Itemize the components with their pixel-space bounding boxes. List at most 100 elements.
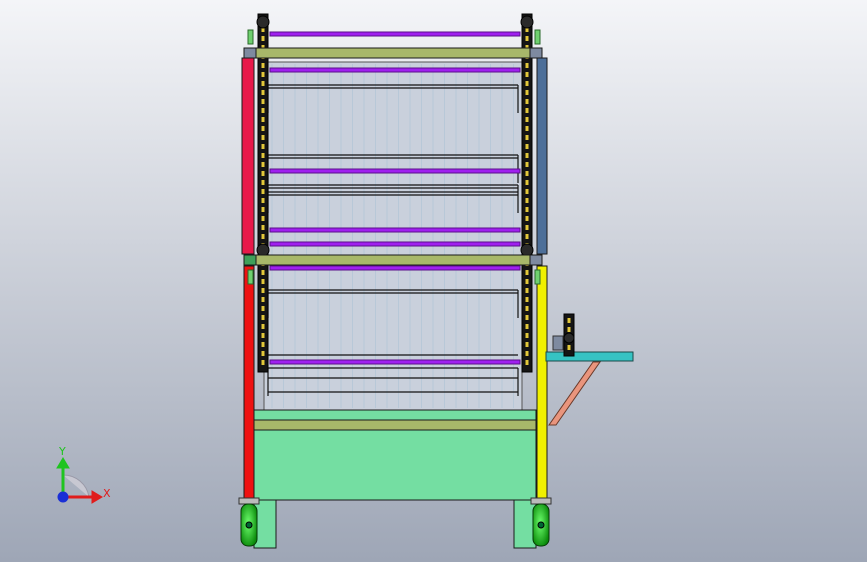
top-left-cap [243, 47, 257, 59]
post-bracket [534, 29, 541, 45]
chain-link [525, 108, 529, 113]
chain-link [525, 315, 529, 320]
chain-link [261, 351, 265, 356]
chain-link [525, 225, 529, 230]
chain-link [567, 318, 571, 323]
chain-link [525, 360, 529, 365]
sprocket [256, 243, 270, 257]
model-view[interactable]: Y X [0, 0, 867, 562]
chain-link [525, 36, 529, 41]
purple-rod [269, 31, 521, 37]
side-sprocket [563, 332, 575, 344]
chain-link [525, 342, 529, 347]
chain-link [261, 135, 265, 140]
chain-link [525, 135, 529, 140]
chain-link [525, 333, 529, 338]
right-post-lower [536, 265, 548, 503]
chain-link [261, 360, 265, 365]
left-post-lower [243, 265, 255, 503]
chain-link [261, 297, 265, 302]
chain-link [525, 207, 529, 212]
chain-link [261, 99, 265, 104]
chain-link [525, 99, 529, 104]
chain-link [261, 180, 265, 185]
base-crossbar [253, 419, 537, 431]
chain-link [261, 153, 265, 158]
chain-link [261, 306, 265, 311]
chain-link [525, 153, 529, 158]
cad-viewport[interactable]: Y X [0, 0, 867, 562]
chain-link [261, 216, 265, 221]
chain-link [261, 198, 265, 203]
chain-link [261, 117, 265, 122]
x-axis-label: X [103, 487, 111, 500]
chain-link [525, 306, 529, 311]
chain-link [525, 81, 529, 86]
chain-link [261, 333, 265, 338]
chain-link [261, 108, 265, 113]
chain-link [261, 171, 265, 176]
base-top-plate [253, 409, 537, 421]
purple-rod [269, 168, 521, 174]
chain-link [525, 117, 529, 122]
chain-link [261, 189, 265, 194]
chain-link [525, 270, 529, 275]
chain-link [261, 270, 265, 275]
chain-link [525, 351, 529, 356]
chain-link [525, 126, 529, 131]
chain-link [525, 144, 529, 149]
sprocket [256, 15, 270, 29]
chain-link [567, 345, 571, 350]
chain-link [525, 216, 529, 221]
chain-link [261, 126, 265, 131]
chain-link [261, 234, 265, 239]
chain-link [261, 36, 265, 41]
base-body [253, 429, 537, 501]
chain-link [525, 198, 529, 203]
chain-link [525, 288, 529, 293]
chain-link [525, 63, 529, 68]
left-post-upper [241, 57, 255, 255]
mid-left-cap [243, 254, 257, 266]
chain-link [525, 72, 529, 77]
wheel-axle [537, 521, 545, 529]
mid-right-cap [529, 254, 543, 266]
chain-link [525, 297, 529, 302]
post-bracket [247, 29, 254, 45]
z-axis-dot [57, 491, 69, 503]
purple-rod [269, 241, 521, 247]
right-post-upper [536, 57, 548, 255]
chain-link [261, 342, 265, 347]
chain-link [261, 207, 265, 212]
purple-rod [269, 227, 521, 233]
chain-link [261, 90, 265, 95]
chain-link [525, 171, 529, 176]
chain-link [261, 144, 265, 149]
top-right-cap [529, 47, 543, 59]
middle-crossbar [253, 254, 533, 266]
purple-rod [269, 359, 521, 365]
chain-link [261, 162, 265, 167]
chain-link [261, 279, 265, 284]
chain-link [525, 90, 529, 95]
side-clamp [552, 335, 564, 351]
wheel-mount [530, 497, 552, 505]
purple-rod [269, 265, 521, 271]
post-bracket [534, 269, 541, 285]
chain-link [525, 162, 529, 167]
chain-link [261, 225, 265, 230]
side-shelf [545, 351, 634, 362]
post-bracket [247, 269, 254, 285]
purple-rod [269, 67, 521, 73]
chain-link [261, 288, 265, 293]
chain-link [525, 279, 529, 284]
sprocket [520, 243, 534, 257]
chain-link [525, 180, 529, 185]
chain-link [261, 63, 265, 68]
chain-link [525, 234, 529, 239]
chain-link [525, 324, 529, 329]
top-crossbar [253, 47, 533, 59]
wheel-axle [245, 521, 253, 529]
chain-link [525, 189, 529, 194]
sprocket [520, 15, 534, 29]
